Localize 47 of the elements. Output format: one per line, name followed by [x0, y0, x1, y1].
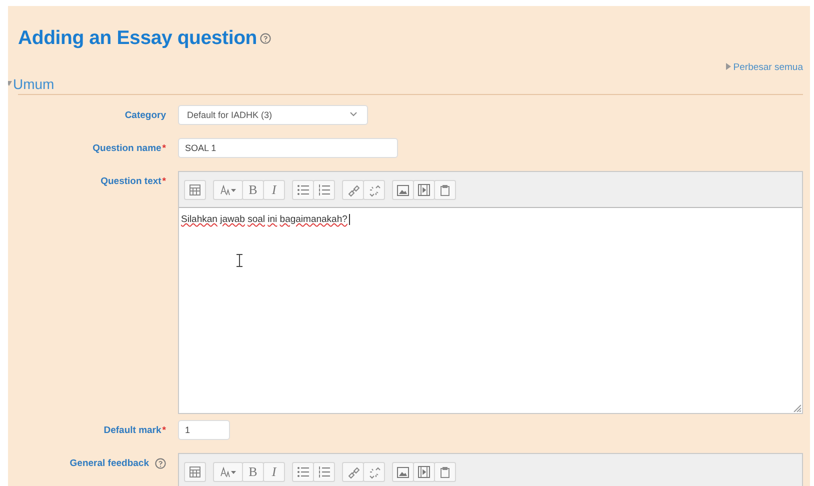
expand-all-link[interactable]: Perbesar semua: [726, 62, 803, 73]
editor-text: jawab: [220, 214, 245, 225]
field-label: General feedback: [70, 458, 149, 468]
bold-button[interactable]: B: [242, 462, 264, 482]
required-mark: *: [162, 424, 166, 436]
image-icon[interactable]: [392, 180, 414, 200]
link-icon[interactable]: [342, 462, 364, 482]
bullet-list-icon[interactable]: [292, 180, 314, 200]
field-label: Question text: [100, 176, 162, 186]
editor-text: ini: [268, 214, 278, 225]
input-field[interactable]: SOAL 1: [178, 138, 398, 158]
text-caret: [349, 214, 350, 224]
italic-button[interactable]: I: [263, 462, 285, 482]
table-icon[interactable]: [184, 180, 206, 200]
numbered-list-icon[interactable]: [313, 462, 335, 482]
bullet-list-icon[interactable]: [292, 462, 314, 482]
font-size-icon[interactable]: [213, 180, 243, 200]
clipboard-icon[interactable]: [434, 462, 456, 482]
font-size-icon[interactable]: [213, 462, 243, 482]
page-title: Adding an Essay question: [18, 27, 257, 50]
film-icon[interactable]: [413, 462, 435, 482]
table-icon[interactable]: [184, 462, 206, 482]
required-mark: *: [162, 142, 166, 154]
editor-text: Silahkan: [181, 214, 218, 225]
unlink-icon[interactable]: [363, 180, 385, 200]
italic-button[interactable]: I: [263, 180, 285, 200]
text-cursor-icon: [236, 254, 243, 266]
field-label: Default mark: [104, 424, 162, 436]
resize-grip-icon: [793, 404, 801, 412]
editor-text: bagaimanakah?: [280, 214, 348, 225]
unlink-icon[interactable]: [363, 462, 385, 482]
field-label: Question name: [92, 142, 162, 154]
editor-content-area[interactable]: Silahkan jawab soal ini bagaimanakah?: [179, 206, 802, 412]
image-icon[interactable]: [392, 462, 414, 482]
numbered-list-icon[interactable]: [313, 180, 335, 200]
editor-text: soal: [248, 214, 265, 225]
clipboard-icon[interactable]: [434, 180, 456, 200]
triangle-icon: [726, 63, 731, 70]
category-select[interactable]: Default for IADHK (3): [178, 104, 368, 124]
required-mark: *: [162, 176, 166, 186]
section-toggle[interactable]: Umum: [8, 76, 54, 92]
bold-button[interactable]: B: [242, 180, 264, 200]
chevron-down-icon: [350, 112, 357, 117]
field-label: Category: [124, 110, 166, 120]
film-icon[interactable]: [413, 180, 435, 200]
input-field[interactable]: 1: [178, 420, 230, 440]
link-icon[interactable]: [342, 180, 364, 200]
